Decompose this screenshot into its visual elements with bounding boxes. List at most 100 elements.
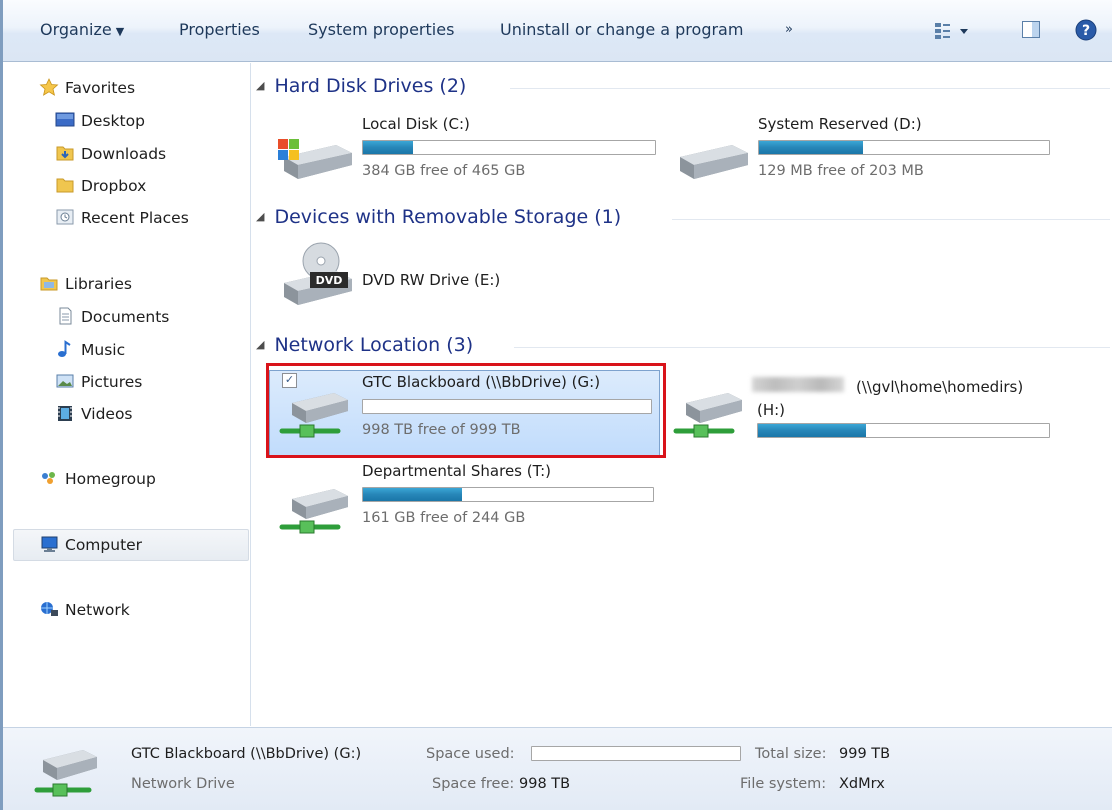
nav-libraries-label: Libraries [65,275,132,293]
nav-documents-label: Documents [81,308,170,326]
nav-recent-places[interactable]: Recent Places [55,205,189,231]
drive-g-usage-bar [362,399,652,414]
details-drive-name: GTC Blackboard (\\BbDrive) (G:) [131,746,362,762]
drive-e-name: DVD RW Drive (E:) [362,271,501,289]
group-header-removable[interactable]: ◢ Devices with Removable Storage (1) [256,206,621,228]
music-icon [58,340,71,357]
group-divider [510,88,1110,89]
nav-pictures[interactable]: Pictures [55,369,142,395]
hard-drive-icon [680,145,748,179]
more-commands-button[interactable]: » [785,22,793,37]
group-network-label: Network Location (3) [274,334,474,356]
star-icon [39,78,59,96]
collapse-triangle-icon: ◢ [256,79,265,92]
network-drive-icon [279,393,348,438]
drive-d-usage-fill [759,141,864,154]
nav-computer-label: Computer [65,536,143,554]
properties-button[interactable]: Properties [179,20,260,39]
system-properties-button[interactable]: System properties [308,20,454,39]
organize-label: Organize [40,20,112,39]
collapse-triangle-icon: ◢ [256,338,265,351]
nav-homegroup[interactable]: Homegroup [39,466,156,492]
network-drive-icon [34,750,97,797]
nav-desktop-label: Desktop [81,112,145,130]
preview-pane-icon [1022,21,1040,38]
nav-music[interactable]: Music [55,337,125,363]
folder-icon [56,178,74,193]
details-space-free-value: 998 TB [519,776,571,792]
drive-h-letter: (H:) [757,401,786,419]
nav-downloads[interactable]: Downloads [55,141,166,167]
videos-icon [58,406,72,421]
details-file-system-value: XdMrx [839,776,885,792]
network-drive-icon [279,489,348,534]
nav-recent-places-label: Recent Places [81,209,189,227]
chevron-down-icon: ▼ [115,25,125,38]
drive-c-usage-fill [363,141,413,154]
details-drive-type: Network Drive [131,776,235,792]
documents-icon [59,307,72,325]
redacted-name [752,377,844,392]
drives-view: ◢ Hard Disk Drives (2) Local Disk (C:) 38… [252,63,1112,726]
details-total-size-label: Total size: [755,746,827,762]
nav-network[interactable]: Network [39,597,130,623]
drive-h-usage-fill [758,424,866,437]
local-disk-windows-icon [278,139,352,179]
network-drive-icon [673,393,742,438]
drive-d-usage-bar [758,140,1050,155]
collapse-triangle-icon: ◢ [256,210,265,223]
dvd-drive-icon: DVD [284,242,352,305]
view-icon [935,23,968,39]
nav-dropbox[interactable]: Dropbox [55,173,146,199]
nav-documents[interactable]: Documents [55,304,169,330]
details-total-size-value: 999 TB [839,746,891,762]
drive-t-usage-bar [362,487,654,502]
help-button[interactable]: ? [1074,18,1098,46]
desktop-icon [55,112,75,127]
drive-d-space: 129 MB free of 203 MB [758,163,924,179]
nav-libraries[interactable]: Libraries [39,271,132,297]
details-space-free-label: Space free: [432,776,515,792]
drive-c-usage-bar [362,140,656,155]
group-header-network[interactable]: ◢ Network Location (3) [256,334,473,356]
nav-videos[interactable]: Videos [55,401,133,427]
details-pane: GTC Blackboard (\\BbDrive) (G:) Network … [3,727,1112,810]
network-icon [41,602,58,616]
drive-g-space: 998 TB free of 999 TB [362,422,521,438]
pictures-icon [56,374,74,388]
drive-t-usage-fill [363,488,462,501]
nav-network-label: Network [65,601,130,619]
drive-t-space: 161 GB free of 244 GB [362,510,526,526]
group-divider [514,347,1110,348]
svg-text:?: ? [1082,23,1090,39]
uninstall-program-button[interactable]: Uninstall or change a program [500,20,743,39]
nav-desktop[interactable]: Desktop [55,108,145,134]
drive-g-name: GTC Blackboard (\\BbDrive) (G:) [362,373,601,391]
change-view-button[interactable] [933,20,973,46]
nav-pictures-label: Pictures [81,373,143,391]
group-header-hard-disk[interactable]: ◢ Hard Disk Drives (2) [256,75,466,97]
group-hard-disk-label: Hard Disk Drives (2) [274,75,467,97]
group-removable-label: Devices with Removable Storage (1) [274,206,622,228]
recent-places-icon [56,209,74,225]
nav-music-label: Music [81,341,126,359]
details-space-used-label: Space used: [426,746,515,762]
nav-computer[interactable]: Computer [39,532,142,558]
homegroup-icon [42,472,55,484]
group-divider [672,219,1110,220]
nav-favorites[interactable]: Favorites [39,75,135,101]
nav-videos-label: Videos [81,405,133,423]
details-usage-bar [531,746,741,761]
drive-t-name: Departmental Shares (T:) [362,462,552,480]
preview-pane-button[interactable] [1021,20,1043,44]
details-file-system-label: File system: [740,776,827,792]
navigation-pane: Favorites Desktop Downloads Dropbox Rece… [3,63,251,726]
drive-c-name: Local Disk (C:) [362,115,470,133]
downloads-folder-icon [56,146,74,161]
dvd-logo-text: DVD [316,274,343,287]
organize-button[interactable]: Organize ▼ [40,20,124,39]
nav-downloads-label: Downloads [81,145,167,163]
drive-c-space: 384 GB free of 465 GB [362,163,526,179]
drive-h-usage-bar [757,423,1050,438]
drive-h-path: (\\gvl\home\homedirs) [856,378,1024,396]
